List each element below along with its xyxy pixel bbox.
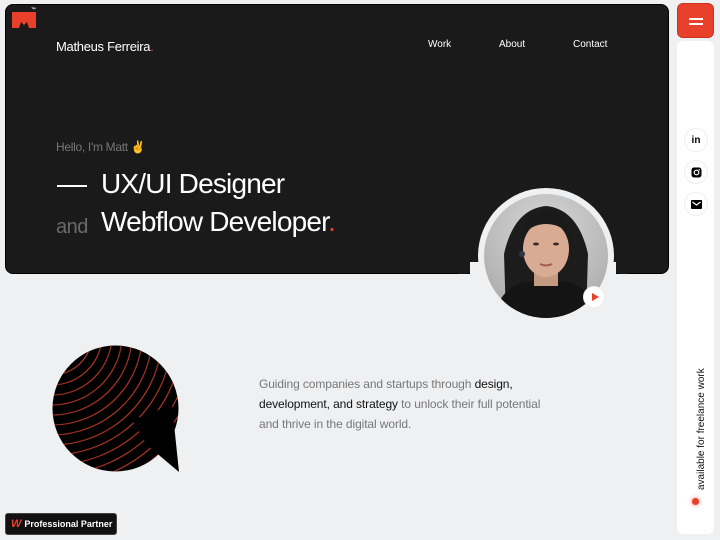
email-icon[interactable] — [684, 192, 708, 216]
brand-name[interactable]: Matheus Ferreira. — [56, 39, 154, 54]
nav-work[interactable]: Work — [428, 39, 451, 50]
logo-icon[interactable] — [12, 10, 36, 30]
instagram-glyph — [691, 167, 701, 177]
hamburger-icon-bar — [689, 23, 703, 25]
intro-tagline: Guiding companies and startups through d… — [259, 374, 559, 434]
professional-partner-badge[interactable]: W Professional Partner — [5, 513, 117, 535]
menu-button[interactable] — [677, 3, 714, 38]
envelope-glyph — [690, 199, 702, 209]
title-dot: . — [328, 206, 336, 237]
status-dot — [692, 498, 699, 505]
hamburger-icon-bar — [689, 18, 703, 20]
nav-about[interactable]: About — [499, 39, 525, 50]
linkedin-icon[interactable]: in — [684, 128, 708, 152]
availability-status: available for freelance work — [696, 368, 707, 490]
play-video-button[interactable] — [583, 286, 605, 308]
webflow-icon: W — [11, 518, 21, 530]
brand-text: Matheus Ferreira — [56, 39, 151, 54]
instagram-icon[interactable] — [684, 160, 708, 184]
hero-connector: and — [56, 216, 88, 238]
partner-label: Professional Partner — [24, 519, 113, 529]
hero-title-line2: Webflow Developer. — [101, 206, 336, 238]
tagline-text: Guiding companies and startups through — [259, 377, 475, 391]
brand-dot: . — [150, 39, 154, 54]
greeting: Hello, I'm Matt ✌️ — [56, 140, 146, 154]
striped-sphere-graphic — [52, 345, 179, 472]
hero-title-line2-text: Webflow Developer — [101, 206, 329, 237]
trademark-mark: ™ — [31, 7, 36, 13]
nav-contact[interactable]: Contact — [573, 39, 607, 50]
play-icon — [591, 293, 599, 301]
title-dash — [57, 185, 87, 187]
hero-title-line1: UX/UI Designer — [101, 168, 285, 199]
